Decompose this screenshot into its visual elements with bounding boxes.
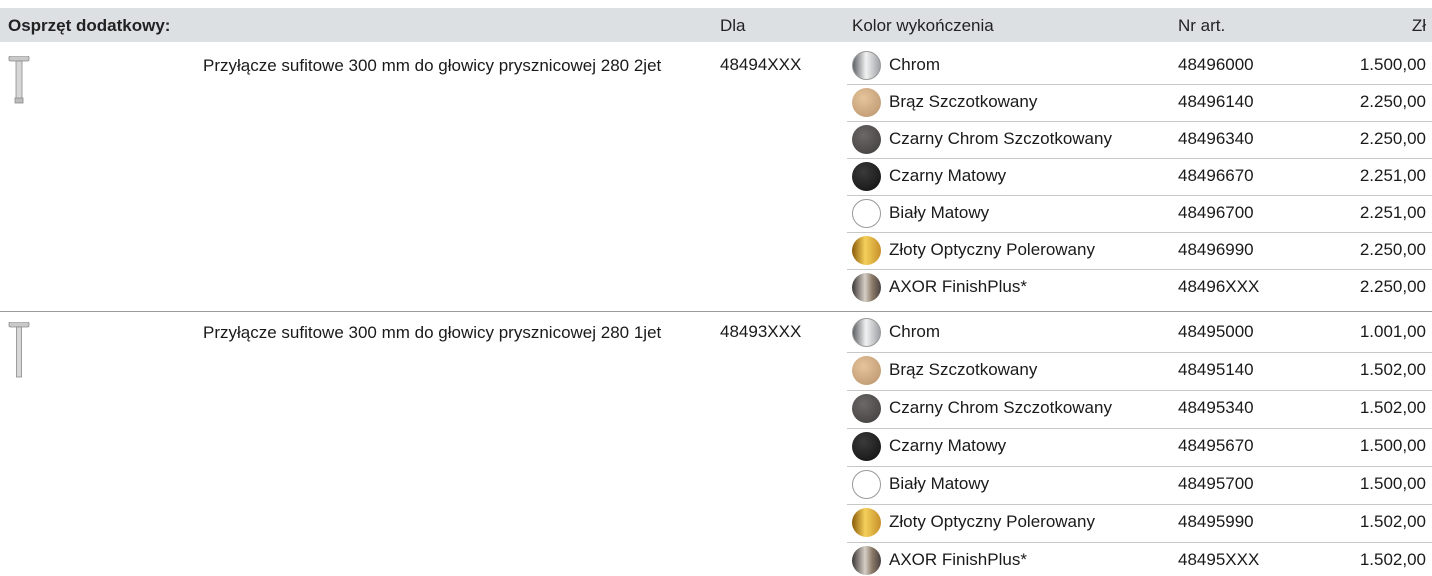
price: 1.502,00 bbox=[1359, 550, 1426, 569]
price: 1.502,00 bbox=[1359, 360, 1426, 379]
row-divider bbox=[847, 352, 1432, 353]
price: 2.250,00 bbox=[1359, 92, 1426, 111]
bronze-swatch-icon bbox=[852, 356, 881, 385]
row-divider bbox=[847, 158, 1432, 159]
product-name: Przyłącze sufitowe 300 mm do głowicy pry… bbox=[203, 56, 662, 75]
polished-gold-swatch-icon bbox=[852, 236, 881, 265]
row-divider bbox=[847, 504, 1432, 505]
finish-name: Czarny Matowy bbox=[889, 436, 1007, 455]
finish-name: Czarny Matowy bbox=[889, 166, 1007, 185]
article-number: 48496340 bbox=[1178, 129, 1254, 148]
column-header-article-number: Nr art. bbox=[1178, 16, 1226, 35]
article-number: 48496700 bbox=[1178, 203, 1254, 222]
finish-name: Biały Matowy bbox=[889, 203, 990, 222]
finish-name: Złoty Optyczny Polerowany bbox=[889, 512, 1095, 531]
matte-black-swatch-icon bbox=[852, 162, 881, 191]
price: 2.250,00 bbox=[1359, 240, 1426, 259]
row-divider bbox=[847, 84, 1432, 85]
row-divider bbox=[847, 542, 1432, 543]
price: 2.250,00 bbox=[1359, 129, 1426, 148]
product-for: 48493XXX bbox=[720, 322, 802, 341]
article-number: 48496990 bbox=[1178, 240, 1254, 259]
matte-white-swatch-icon bbox=[852, 199, 881, 228]
article-number: 48495700 bbox=[1178, 474, 1254, 493]
matte-white-swatch-icon bbox=[852, 470, 881, 499]
price: 2.251,00 bbox=[1359, 166, 1426, 185]
finish-name: Brąz Szczotkowany bbox=[889, 92, 1038, 111]
black-chrome-swatch-icon bbox=[852, 125, 881, 154]
article-number: 48495670 bbox=[1178, 436, 1254, 455]
row-divider bbox=[847, 466, 1432, 467]
column-header-price: Zł bbox=[1411, 16, 1426, 35]
polished-gold-swatch-icon bbox=[852, 508, 881, 537]
finish-name: Chrom bbox=[889, 55, 941, 74]
finish-name: Złoty Optyczny Polerowany bbox=[889, 240, 1095, 259]
chrome-swatch-icon bbox=[852, 318, 881, 347]
article-number: 48495XXX bbox=[1178, 550, 1260, 569]
finish-name: Czarny Chrom Szczotkowany bbox=[889, 129, 1112, 148]
column-header-finish: Kolor wykończenia bbox=[852, 16, 994, 35]
ceiling-connector-image bbox=[8, 56, 30, 104]
group-divider bbox=[0, 311, 1432, 312]
article-number: 48495140 bbox=[1178, 360, 1254, 379]
finish-name: AXOR FinishPlus* bbox=[889, 277, 1027, 296]
bronze-swatch-icon bbox=[852, 88, 881, 117]
price: 2.250,00 bbox=[1359, 277, 1426, 296]
finish-name: AXOR FinishPlus* bbox=[889, 550, 1027, 569]
price: 1.500,00 bbox=[1359, 436, 1426, 455]
ceiling-connector-image bbox=[8, 322, 30, 378]
product-name: Przyłącze sufitowe 300 mm do głowicy pry… bbox=[203, 323, 662, 342]
price: 1.502,00 bbox=[1359, 512, 1426, 531]
finish-name: Biały Matowy bbox=[889, 474, 990, 493]
price: 1.001,00 bbox=[1359, 322, 1426, 341]
article-number: 48496XXX bbox=[1178, 277, 1260, 296]
finishplus-swatch-icon bbox=[852, 546, 881, 575]
price: 1.502,00 bbox=[1359, 398, 1426, 417]
article-number: 48496000 bbox=[1178, 55, 1254, 74]
row-divider bbox=[847, 269, 1432, 270]
row-divider bbox=[847, 390, 1432, 391]
article-number: 48495000 bbox=[1178, 322, 1254, 341]
chrome-swatch-icon bbox=[852, 51, 881, 80]
section-title: Osprzęt dodatkowy: bbox=[8, 16, 171, 35]
article-number: 48495340 bbox=[1178, 398, 1254, 417]
table-header: Osprzęt dodatkowy: Dla Kolor wykończenia… bbox=[0, 8, 1432, 42]
article-number: 48496140 bbox=[1178, 92, 1254, 111]
row-divider bbox=[847, 121, 1432, 122]
finish-name: Brąz Szczotkowany bbox=[889, 360, 1038, 379]
product-for: 48494XXX bbox=[720, 55, 802, 74]
finish-name: Chrom bbox=[889, 322, 941, 341]
column-header-for: Dla bbox=[720, 16, 746, 35]
article-number: 48495990 bbox=[1178, 512, 1254, 531]
row-divider bbox=[847, 232, 1432, 233]
finish-name: Czarny Chrom Szczotkowany bbox=[889, 398, 1112, 417]
finishplus-swatch-icon bbox=[852, 273, 881, 302]
matte-black-swatch-icon bbox=[852, 432, 881, 461]
black-chrome-swatch-icon bbox=[852, 394, 881, 423]
price: 1.500,00 bbox=[1359, 474, 1426, 493]
row-divider bbox=[847, 195, 1432, 196]
article-number: 48496670 bbox=[1178, 166, 1254, 185]
price: 1.500,00 bbox=[1359, 55, 1426, 74]
price: 2.251,00 bbox=[1359, 203, 1426, 222]
row-divider bbox=[847, 428, 1432, 429]
